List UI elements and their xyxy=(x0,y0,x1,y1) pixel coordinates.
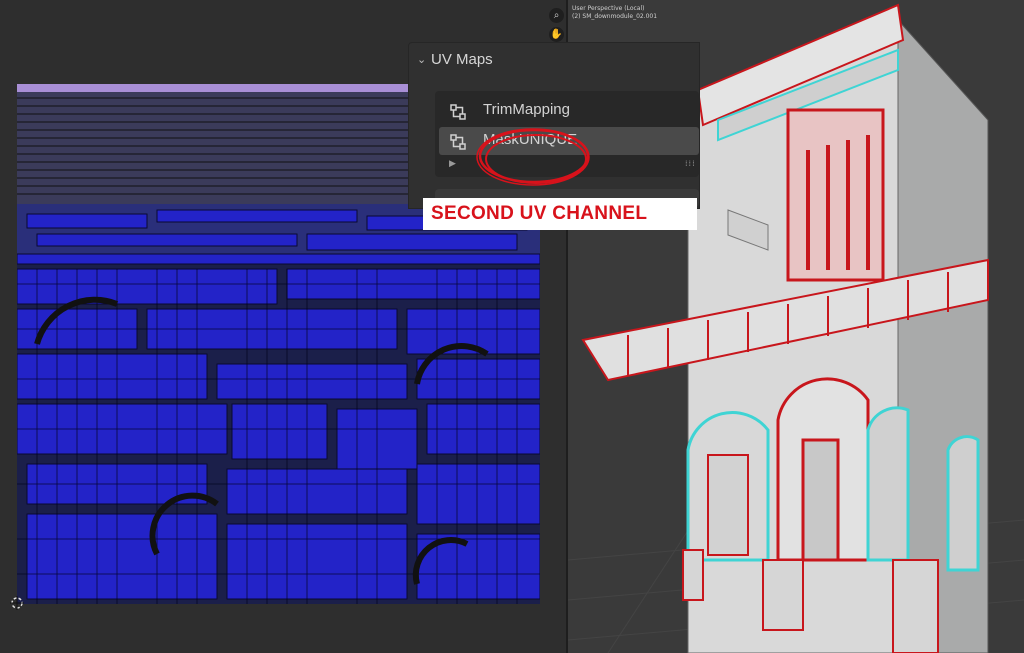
play-icon[interactable]: ▶ xyxy=(449,159,456,169)
viewport-mode-label: User Perspective (Local) xyxy=(572,5,645,12)
panel-title[interactable]: UV Maps xyxy=(431,51,493,68)
list-item-trimmapping[interactable]: TrimMapping xyxy=(439,97,699,125)
viewport-info: User Perspective (Local) (2) SM_downmodu… xyxy=(572,5,657,21)
annotation-label: SECOND UV CHANNEL xyxy=(423,198,697,230)
uv-maps-panel: ⌄ UV Maps TrimMapping MaskUNIQUE ▶ ⁞⁞⁞ xyxy=(408,42,700,209)
viewport-object-label: (2) SM_downmodule_02.001 xyxy=(572,13,658,20)
zoom-icon[interactable]: ⌕ xyxy=(549,8,564,23)
list-item-label: MaskUNIQUE xyxy=(483,131,578,148)
uv-map-icon xyxy=(450,104,466,120)
uv-map-icon xyxy=(450,134,466,150)
resize-grip-icon[interactable]: ⁞⁞⁞ xyxy=(685,159,696,168)
2d-cursor-icon[interactable] xyxy=(10,596,24,610)
annotation-text: SECOND UV CHANNEL xyxy=(431,203,648,224)
chevron-down-icon[interactable]: ⌄ xyxy=(417,53,426,66)
list-item-label: TrimMapping xyxy=(483,101,570,118)
uv-map-list: TrimMapping MaskUNIQUE ▶ ⁞⁞⁞ xyxy=(435,91,699,177)
pan-hand-icon[interactable]: ✋ xyxy=(549,27,564,42)
list-item-maskunique[interactable]: MaskUNIQUE xyxy=(439,127,699,155)
